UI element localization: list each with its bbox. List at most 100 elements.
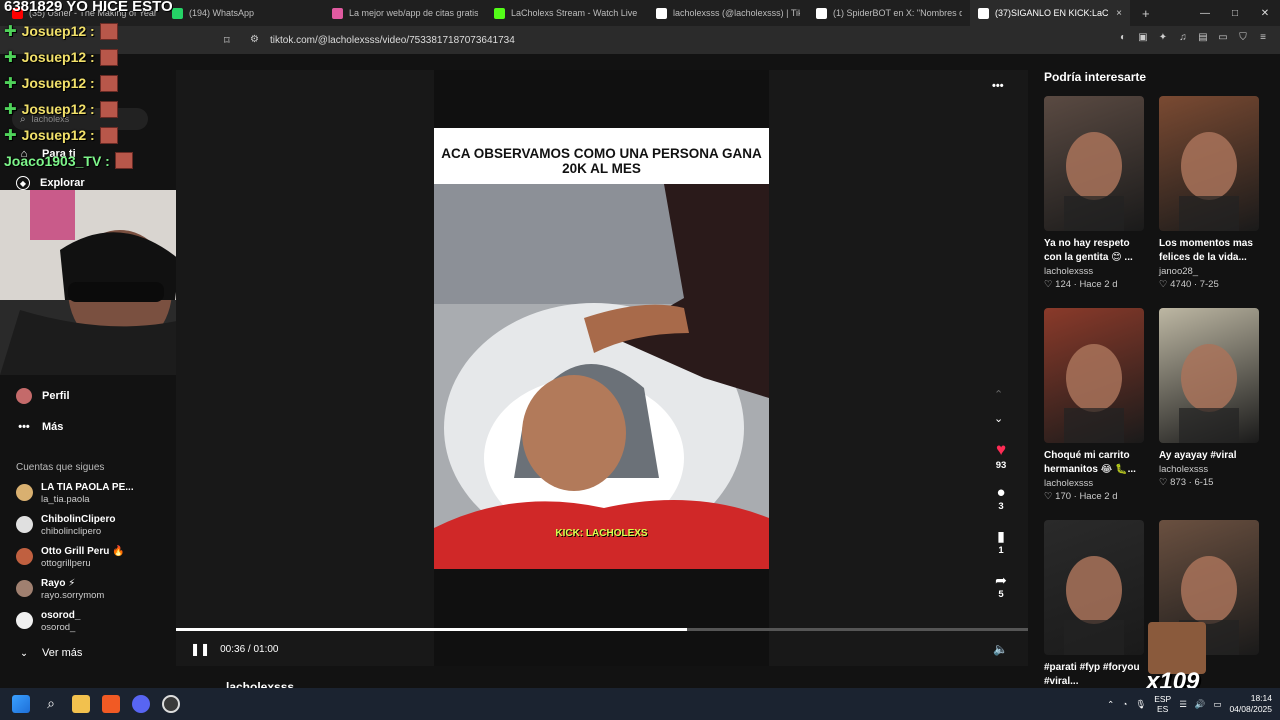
browser-tab[interactable]: lacholexsss (@lacholexsss) | TikTok — [648, 0, 808, 26]
chat-user: Josuep12 : — [21, 127, 95, 143]
pause-icon[interactable]: ❚❚ — [190, 642, 210, 656]
sidebar-icon[interactable]: ▤ — [1196, 31, 1210, 45]
browser-tab[interactable]: La mejor web/app de citas gratis - a — [324, 0, 486, 26]
browser-tab[interactable]: (194) WhatsApp — [164, 0, 324, 26]
recommended-video-card[interactable]: Ya no hay respeto con la gentita 😊 ... la… — [1044, 96, 1144, 291]
emote-overlay — [1148, 622, 1206, 674]
comment-icon: ● — [996, 484, 1006, 501]
scroll-down-button[interactable]: ⌄ — [994, 412, 1003, 425]
save-button[interactable]: ▮ 1 — [988, 528, 1014, 556]
language-indicator[interactable]: ESP ES — [1154, 694, 1171, 714]
heart-icon: ♥ — [995, 440, 1007, 459]
video-controls: ❚❚ 00:36 / 01:00 — [190, 642, 279, 656]
file-explorer-icon[interactable] — [72, 695, 90, 713]
windows-taskbar: ⌕ ⌃ ◔ 🎙 ESP ES ☰ 🔊 ▭ 18:14 04/08/2025 — [0, 688, 1280, 720]
wifi-icon[interactable]: ☰ — [1179, 699, 1187, 710]
tab-favicon-icon — [656, 7, 667, 19]
recommended-video-card[interactable]: Ay ayayay #viral lacholexsss ♡ 873 · 6-15 — [1159, 308, 1259, 489]
nav-label: Perfil — [42, 390, 70, 402]
share-icon: ➦ — [995, 572, 1007, 588]
following-account[interactable]: ChibolinClipero chibolinclipero — [16, 514, 115, 538]
tab-title: La mejor web/app de citas gratis - a — [349, 8, 478, 18]
following-account[interactable]: LA TIA PAOLA PE... la_tia.paola — [16, 482, 134, 506]
card-stats: ♡ 4740 · 7-25 — [1159, 279, 1219, 290]
emote-icon — [99, 22, 118, 40]
nav-label: Explorar — [40, 177, 85, 189]
network-icon[interactable]: ◔ — [1122, 699, 1127, 709]
extension-icon[interactable]: ◐ — [1116, 31, 1130, 45]
video-thumbnail — [1159, 96, 1259, 231]
ver-mas-button[interactable]: ⌄ Ver más — [16, 645, 82, 661]
maximize-button[interactable]: □ — [1220, 8, 1250, 19]
recommended-video-card[interactable]: Los momentos mas felices de la vida... ja… — [1159, 96, 1259, 291]
shield-icon[interactable]: ⛉ — [1236, 31, 1250, 45]
card-author: lacholexsss — [1044, 266, 1094, 277]
share-button[interactable]: ➦ 5 — [988, 572, 1014, 600]
browser-tab[interactable]: (37)SIGANLO EN KICK:LaCho × — [970, 0, 1130, 26]
clock[interactable]: 18:14 04/08/2025 — [1229, 693, 1272, 715]
minimize-button[interactable]: — — [1190, 8, 1220, 19]
search-icon[interactable]: ⌕ — [42, 695, 60, 713]
tab-favicon-icon — [332, 7, 343, 19]
recommended-video-card[interactable]: Choqué mi carrito hermanitos 😂 🐛... lacho… — [1044, 308, 1144, 503]
bookmark-icon[interactable]: ⌑ — [224, 34, 230, 47]
like-button[interactable]: ♥ 93 — [988, 440, 1014, 471]
tab-favicon-icon — [494, 7, 505, 19]
account-handle: la_tia.paola — [41, 494, 90, 505]
speaker-icon[interactable]: 🔊 — [1195, 699, 1206, 710]
url-field[interactable]: tiktok.com/@lacholexsss/video/7533817187… — [244, 30, 964, 50]
nav-perfil[interactable]: Perfil — [16, 388, 70, 404]
scroll-up-button[interactable]: ⌃ — [994, 388, 1003, 401]
nav-label: Más — [42, 421, 64, 433]
browser-tab[interactable]: (1) SpiderBOT en X: "Nombres de pil — [808, 0, 970, 26]
comment-count: 3 — [998, 501, 1004, 512]
account-name: osorod_ — [41, 610, 81, 621]
comment-button[interactable]: ● 3 — [988, 484, 1014, 512]
clock-date: 04/08/2025 — [1229, 704, 1272, 714]
obs-icon[interactable] — [162, 695, 180, 713]
nav-mas[interactable]: ••• Más — [16, 419, 63, 435]
volume-icon[interactable]: 🔈 — [993, 642, 1008, 656]
card-stats: ♡ 873 · 6-15 — [1159, 477, 1214, 488]
avatar — [16, 484, 33, 501]
menu-icon[interactable]: ≡ — [1256, 31, 1270, 45]
card-title: Ya no hay respeto con la gentita 😊 ... — [1044, 238, 1133, 263]
close-tab-icon[interactable]: × — [1116, 8, 1122, 19]
card-title: Los momentos mas felices de la vida... — [1159, 238, 1253, 263]
discord-icon[interactable] — [132, 695, 150, 713]
browser-tab[interactable]: LaCholexs Stream - Watch Live on K — [486, 0, 648, 26]
video-caption: ACA OBSERVAMOS COMO UNA PERSONA GANA 20K… — [434, 128, 769, 184]
following-account[interactable]: osorod_ osorod_ — [16, 610, 80, 634]
card-title: #parati #fyp #foryou #viral... — [1044, 662, 1140, 687]
bookmark-icon: ▮ — [997, 528, 1005, 544]
chat-overlay-line: ✚ Josuep12 : — [4, 48, 118, 66]
chat-user: Josuep12 : — [21, 101, 95, 117]
battery-icon[interactable]: ▭ — [1213, 699, 1221, 710]
kick-watermark: KICK: LACHOLEXS — [555, 528, 648, 539]
extension-icon[interactable]: ▣ — [1136, 31, 1150, 45]
lang-primary: ESP — [1154, 694, 1172, 704]
windows-start-icon[interactable] — [12, 695, 30, 713]
account-handle: osorod_ — [41, 622, 76, 633]
browser-toolbar: ◐ ▣ ✦ ♫ ▤ ▭ ⛉ ≡ — [1116, 31, 1270, 45]
video-thumbnail — [1159, 308, 1259, 443]
extension-icon[interactable]: ✦ — [1156, 31, 1170, 45]
mic-icon[interactable]: 🎙 — [1135, 699, 1146, 710]
chevron-up-icon[interactable]: ⌃ — [1107, 699, 1114, 710]
nav-explorar[interactable]: ◆ Explorar — [16, 176, 85, 190]
recommended-video-card[interactable]: #parati #fyp #foryou #viral... — [1044, 520, 1144, 689]
emote-icon — [99, 74, 118, 92]
wallet-icon[interactable]: ▭ — [1216, 31, 1230, 45]
close-window-button[interactable]: ✕ — [1250, 8, 1280, 19]
brave-browser-icon[interactable] — [102, 695, 120, 713]
chat-user: Josuep12 : — [21, 75, 95, 91]
more-options-button[interactable]: ••• — [992, 80, 1004, 92]
new-tab-button[interactable]: + — [1142, 6, 1150, 21]
following-account[interactable]: Rayo ⚡ rayo.sorrymom — [16, 578, 104, 602]
music-icon[interactable]: ♫ — [1176, 31, 1190, 45]
tab-favicon-icon — [172, 7, 183, 19]
video-frame[interactable]: ACA OBSERVAMOS COMO UNA PERSONA GANA 20K… — [434, 128, 769, 569]
card-author: lacholexsss — [1044, 478, 1094, 489]
video-progress-bar[interactable] — [176, 628, 1028, 631]
following-account[interactable]: Otto Grill Peru 🔥 ottogrillperu — [16, 546, 125, 570]
